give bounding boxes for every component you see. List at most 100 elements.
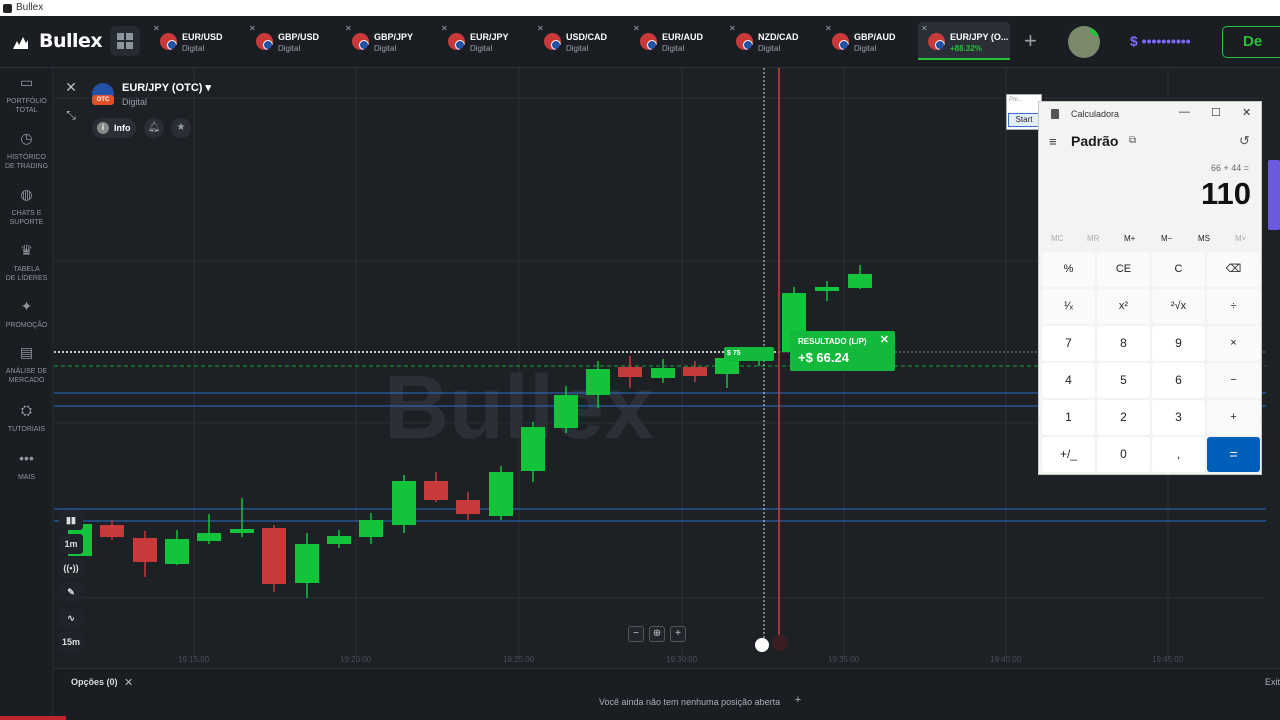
close-tab-icon[interactable]: ✕	[921, 24, 928, 33]
keep-on-top-icon[interactable]: ⧉	[1129, 135, 1136, 146]
add-tab-button[interactable]: +	[1024, 30, 1037, 52]
interval-15m-button[interactable]: 15m	[59, 632, 83, 652]
signal-icon[interactable]: ((•))	[59, 558, 83, 578]
start-button[interactable]: Start	[1008, 113, 1040, 127]
calc-key[interactable]: 4	[1042, 363, 1095, 398]
time-axis-label: 19:40:00	[990, 655, 1022, 664]
calc-key[interactable]: C	[1152, 252, 1205, 287]
tab-eurusd[interactable]: ✕ EUR/USD Digital	[150, 22, 240, 60]
indicators-icon[interactable]: ∿	[59, 608, 83, 628]
close-tab-icon[interactable]: ✕	[633, 24, 640, 33]
calc-key[interactable]: =	[1207, 437, 1260, 472]
collapse-icon[interactable]: ⤡	[62, 108, 80, 126]
close-tab-icon[interactable]: ✕	[537, 24, 544, 33]
chart-type-icon[interactable]: ▮▮	[59, 510, 83, 530]
watermark-logo: Bullex	[384, 358, 654, 458]
maximize-icon[interactable]: ☐	[1211, 106, 1221, 119]
zoom-out-button[interactable]: −	[628, 626, 644, 642]
star-icon[interactable]: ★	[171, 118, 191, 138]
calc-key[interactable]: ,	[1152, 437, 1205, 472]
tab-eurjpy[interactable]: ✕ EUR/JPY Digital	[438, 22, 528, 60]
sidebar-item-6[interactable]: ▤ ANÁLISE DE MERCADO	[0, 345, 53, 385]
candle-body	[521, 427, 545, 471]
close-tab-icon[interactable]: ✕	[345, 24, 352, 33]
close-chart-icon[interactable]: ✕	[62, 78, 80, 96]
calc-key[interactable]: 8	[1097, 326, 1150, 361]
sidebar-item-2[interactable]: ◷ HISTÓRICO DE TRADING	[0, 131, 53, 171]
memory-button[interactable]: M−	[1161, 234, 1172, 243]
sidebar-item-7[interactable]: ⛭ TUTORIAIS	[0, 403, 53, 434]
balance-display[interactable]: $ ••••••••••	[1130, 33, 1191, 49]
memory-button[interactable]: MS	[1198, 234, 1210, 243]
calc-key[interactable]: CE	[1097, 252, 1150, 287]
calc-key[interactable]: 7	[1042, 326, 1095, 361]
tab-eurjpyo[interactable]: ✕ EUR/JPY (O... +88.32%	[918, 22, 1010, 60]
minimize-icon[interactable]: —	[1179, 106, 1190, 118]
draw-pencil-icon[interactable]: ✎	[59, 582, 83, 602]
calc-key[interactable]: 9	[1152, 326, 1205, 361]
history-icon[interactable]: ↺	[1239, 133, 1250, 149]
sidebar-item-5[interactable]: ✦ PROMOÇÃO	[0, 299, 53, 330]
calc-key[interactable]: −	[1207, 363, 1260, 398]
close-tab-icon[interactable]: ✕	[825, 24, 832, 33]
sidebar-item-3[interactable]: ◍ CHATS E SUPORTE	[0, 187, 53, 227]
calc-key[interactable]: 6	[1152, 363, 1205, 398]
info-button[interactable]: i Info	[92, 118, 136, 138]
side-scroll-indicator[interactable]	[1268, 160, 1280, 230]
tab-nzdcad[interactable]: ✕ NZD/CAD Digital	[726, 22, 816, 60]
interval-button[interactable]: 1m	[59, 534, 83, 554]
calc-key[interactable]: 0	[1097, 437, 1150, 472]
calc-key[interactable]: ¹⁄ₓ	[1042, 289, 1095, 324]
asset-selector[interactable]: EUR/JPY (OTC) ▾	[122, 81, 211, 94]
add-position-button[interactable]: +	[791, 694, 805, 708]
close-window-icon[interactable]: ✕	[1242, 106, 1251, 119]
memory-button[interactable]: MC	[1051, 234, 1063, 243]
sidebar-item-8[interactable]: ••• MAIS	[0, 451, 53, 482]
tab-usdcad[interactable]: ✕ USD/CAD Digital	[534, 22, 624, 60]
zoom-in-button[interactable]: +	[670, 626, 686, 642]
close-tab-icon[interactable]: ✕	[441, 24, 448, 33]
calc-key[interactable]: x²	[1097, 289, 1150, 324]
calc-key[interactable]: ÷	[1207, 289, 1260, 324]
bell-icon[interactable]: 🔔︎	[144, 118, 164, 138]
candle-body	[100, 525, 124, 537]
brand-logo[interactable]: Bullex	[13, 30, 103, 52]
close-result-icon[interactable]: ✕	[880, 333, 889, 346]
tab-gbpjpy[interactable]: ✕ GBP/JPY Digital	[342, 22, 432, 60]
user-avatar[interactable]	[1068, 26, 1100, 58]
calc-key[interactable]: +/_	[1042, 437, 1095, 472]
tab-gbpusd[interactable]: ✕ GBP/USD Digital	[246, 22, 336, 60]
memory-button[interactable]: MR	[1087, 234, 1099, 243]
calc-key[interactable]: %	[1042, 252, 1095, 287]
close-tab-icon[interactable]: ✕	[729, 24, 736, 33]
calc-key[interactable]: ×	[1207, 326, 1260, 361]
calc-key[interactable]: 2	[1097, 400, 1150, 435]
close-tab-icon[interactable]: ✕	[249, 24, 256, 33]
zoom-reset-button[interactable]: ⊕	[649, 626, 665, 642]
currency-flag-icon	[160, 33, 177, 50]
sidebar-item-4[interactable]: ♛ TABELA DE LÍDERES	[0, 243, 53, 283]
memory-button[interactable]: M˅	[1235, 234, 1246, 243]
calc-key[interactable]: +	[1207, 400, 1260, 435]
exit-label[interactable]: Exit	[1265, 677, 1280, 687]
sidebar-item-1[interactable]: ▭ PORTFÓLIO TOTAL	[0, 75, 53, 115]
close-options-icon[interactable]: ✕	[124, 676, 133, 689]
deposit-button[interactable]: De	[1222, 26, 1280, 58]
close-tab-icon[interactable]: ✕	[153, 24, 160, 33]
currency-flag-icon	[928, 33, 945, 50]
candle-body	[456, 500, 480, 514]
apps-grid-button[interactable]	[110, 26, 140, 56]
tab-gbpaud[interactable]: ✕ GBP/AUD Digital	[822, 22, 912, 60]
calc-key[interactable]: ⌫	[1207, 252, 1260, 287]
hamburger-menu-icon[interactable]: ≡	[1049, 134, 1057, 149]
calc-key[interactable]: 1	[1042, 400, 1095, 435]
left-sidebar: ▭ PORTFÓLIO TOTAL ◷ HISTÓRICO DE TRADING ◍ CHAT…	[0, 68, 53, 720]
deposit-label: De	[1243, 33, 1263, 50]
calc-key[interactable]: ²√x	[1152, 289, 1205, 324]
memory-button[interactable]: M+	[1124, 234, 1135, 243]
options-tab[interactable]: Opções (0)	[71, 677, 118, 687]
calc-key[interactable]: 3	[1152, 400, 1205, 435]
trade-amount-tag[interactable]: $ 75	[724, 347, 774, 361]
tab-euraud[interactable]: ✕ EUR/AUD Digital	[630, 22, 720, 60]
calc-key[interactable]: 5	[1097, 363, 1150, 398]
